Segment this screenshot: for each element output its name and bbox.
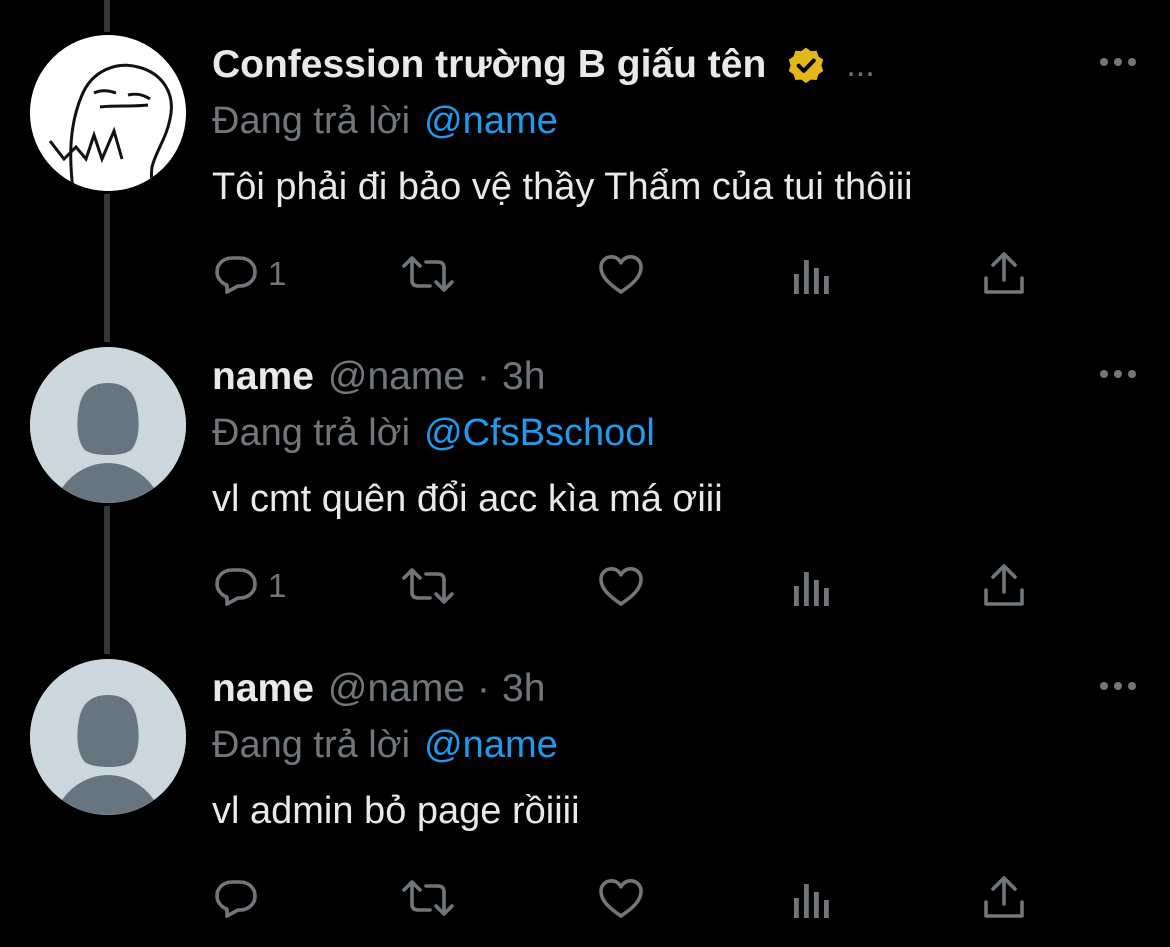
tweet-actions: 1	[212, 556, 1052, 616]
separator: ·	[477, 355, 491, 398]
header-ellipsis: ...	[846, 45, 875, 84]
tweet-text: Tôi phải đi bảo vệ thầy Thẩm của tui thô…	[212, 165, 913, 208]
reply-prefix: Đang trả lời	[212, 723, 411, 766]
reply-mention-link[interactable]: @name	[424, 724, 558, 767]
share-button[interactable]	[982, 556, 1026, 616]
analytics-button[interactable]	[792, 868, 832, 928]
tweet-text: vl cmt quên đổi acc kìa má ơiii	[212, 477, 723, 520]
reply-icon	[215, 568, 257, 606]
retweet-icon	[402, 880, 454, 916]
more-options-icon[interactable]	[1094, 362, 1142, 386]
retweet-icon	[402, 568, 454, 604]
reply-prefix: Đang trả lời	[212, 99, 411, 142]
drawn-face-avatar-icon	[30, 35, 186, 191]
more-options-icon[interactable]	[1094, 50, 1142, 74]
display-name[interactable]: name	[212, 667, 314, 711]
default-profile-avatar-icon	[30, 659, 186, 815]
like-icon	[599, 567, 643, 606]
like-button[interactable]	[596, 244, 646, 304]
user-handle[interactable]: @name	[328, 667, 465, 711]
user-handle[interactable]: @name	[328, 355, 465, 399]
analytics-button[interactable]	[792, 556, 832, 616]
retweet-icon	[402, 256, 454, 292]
timestamp[interactable]: 3h	[502, 667, 545, 711]
reply-count: 1	[268, 567, 287, 604]
timestamp[interactable]: 3h	[502, 355, 545, 399]
retweet-button[interactable]	[400, 244, 456, 304]
reply-prefix: Đang trả lời	[212, 411, 411, 454]
reply-mention-link[interactable]: @CfsBschool	[424, 412, 655, 455]
tweet[interactable]: name @name · 3h Đang trả lời @CfsBschool…	[0, 312, 1170, 624]
share-icon	[984, 252, 1024, 294]
verified-badge-icon	[789, 47, 824, 84]
reply-button[interactable]: 1	[212, 556, 286, 616]
reply-icon	[215, 880, 257, 918]
retweet-button[interactable]	[400, 556, 456, 616]
default-profile-avatar-icon	[30, 347, 186, 503]
tweet-actions: 1	[212, 244, 1052, 304]
display-name[interactable]: Confession trường B giấu tên	[212, 43, 766, 87]
like-button[interactable]	[596, 556, 646, 616]
display-name[interactable]: name	[212, 355, 314, 399]
retweet-button[interactable]	[400, 868, 456, 928]
analytics-icon	[794, 884, 829, 918]
avatar[interactable]	[30, 35, 186, 191]
like-button[interactable]	[596, 868, 646, 928]
analytics-icon	[794, 572, 829, 606]
reply-button[interactable]	[212, 868, 268, 928]
share-button[interactable]	[982, 868, 1026, 928]
analytics-button[interactable]	[792, 244, 832, 304]
share-button[interactable]	[982, 244, 1026, 304]
share-icon	[984, 564, 1024, 606]
reply-count: 1	[268, 255, 287, 292]
more-options-icon[interactable]	[1094, 674, 1142, 698]
tweet[interactable]: name @name · 3h Đang trả lời @name vl ad…	[0, 624, 1170, 936]
reply-button[interactable]: 1	[212, 244, 286, 304]
tweet[interactable]: Confession trường B giấu tên ... Đang tr…	[0, 0, 1170, 312]
separator: ·	[477, 667, 491, 710]
like-icon	[599, 255, 643, 294]
avatar[interactable]	[30, 659, 186, 815]
reply-icon	[215, 256, 257, 294]
analytics-icon	[794, 260, 829, 294]
like-icon	[599, 879, 643, 918]
reply-mention-link[interactable]: @name	[424, 100, 558, 143]
tweet-text: vl admin bỏ page rồiiii	[212, 789, 580, 832]
share-icon	[984, 876, 1024, 918]
tweet-actions	[212, 868, 1052, 928]
avatar[interactable]	[30, 347, 186, 503]
